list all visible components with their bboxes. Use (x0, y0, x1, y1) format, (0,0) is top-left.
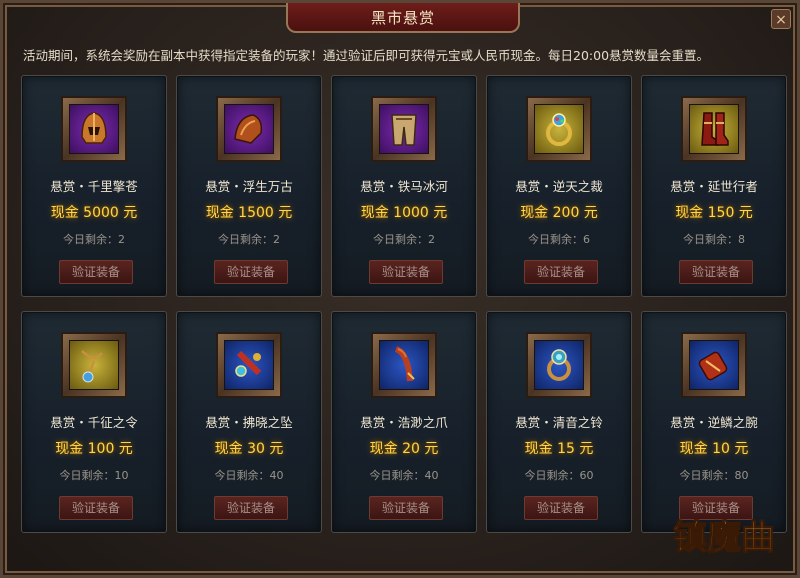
item-icon-frame (371, 96, 437, 162)
item-icon-frame (216, 332, 282, 398)
svg-text:镇魔曲: 镇魔曲 (673, 518, 775, 558)
item-name: 悬赏・千征之令 (50, 415, 138, 430)
remaining-count: 今日剩余：60 (524, 469, 594, 482)
reward-amount: 现金 1000 元 (360, 205, 448, 221)
item-icon-bg (379, 104, 429, 154)
reward-amount: 现金 5000 元 (50, 205, 138, 221)
bracer-icon (698, 351, 728, 381)
verify-equipment-button[interactable]: 验证装备 (524, 260, 598, 284)
item-icon-frame (371, 332, 437, 398)
item-icon-frame (61, 332, 127, 398)
remaining-count: 今日剩余：10 (59, 469, 129, 482)
item-icon-frame (681, 332, 747, 398)
item-name: 悬赏・清音之铃 (515, 415, 603, 430)
item-icon-frame (526, 332, 592, 398)
reward-amount: 现金 100 元 (55, 441, 133, 457)
bounty-card-5: 悬赏・延世行者 现金 150 元 今日剩余：8 验证装备 (641, 75, 787, 297)
item-name: 悬赏・逆鳞之腕 (670, 415, 758, 430)
item-icon-bg (689, 104, 739, 154)
item-name: 悬赏・拂晓之坠 (205, 415, 293, 430)
verify-equipment-button[interactable]: 验证装备 (214, 496, 288, 520)
remaining-count: 今日剩余：40 (214, 469, 284, 482)
item-icon-frame (681, 96, 747, 162)
leg-armor-icon (391, 114, 417, 146)
item-icon-bg (224, 104, 274, 154)
pendant-icon (235, 350, 262, 377)
item-name: 悬赏・浩渺之爪 (360, 415, 448, 430)
item-icon-frame (216, 96, 282, 162)
title-bar: 黑市悬赏 (286, 3, 520, 33)
item-icon-bg (534, 340, 584, 390)
remaining-count: 今日剩余：2 (63, 233, 125, 246)
remaining-count: 今日剩余：6 (528, 233, 590, 246)
verify-equipment-button[interactable]: 验证装备 (59, 260, 133, 284)
bounty-card-4: 悬赏・逆天之裁 现金 200 元 今日剩余：6 验证装备 (486, 75, 632, 297)
item-name: 悬赏・千里擎苍 (50, 179, 138, 194)
boots-icon (701, 112, 729, 146)
bounty-card-10: 悬赏・逆鳞之腕 现金 10 元 今日剩余：80 验证装备 (641, 311, 787, 533)
remaining-count: 今日剩余：80 (679, 469, 749, 482)
black-market-bounty-window: 黑市悬赏 × 活动期间，系统会奖励在副本中获得指定装备的玩家！通过验证后即可获得… (0, 0, 800, 578)
bounty-card-2: 悬赏・浮生万古 现金 1500 元 今日剩余：2 验证装备 (176, 75, 322, 297)
item-icon-bg (534, 104, 584, 154)
remaining-count: 今日剩余：2 (373, 233, 435, 246)
amulet-icon (81, 350, 103, 383)
item-icon-bg (69, 104, 119, 154)
bounty-card-7: 悬赏・拂晓之坠 现金 30 元 今日剩余：40 验证装备 (176, 311, 322, 533)
verify-equipment-button[interactable]: 验证装备 (59, 496, 133, 520)
item-name: 悬赏・浮生万古 (205, 179, 293, 194)
bounty-grid: 悬赏・千里擎苍 现金 5000 元 今日剩余：2 验证装备 悬赏・浮生万古 现金… (21, 75, 787, 533)
item-name: 悬赏・逆天之裁 (515, 179, 603, 194)
reward-amount: 现金 30 元 (214, 441, 284, 457)
item-icon-frame (61, 96, 127, 162)
reward-amount: 现金 150 元 (675, 205, 753, 221)
reward-amount: 现金 200 元 (520, 205, 598, 221)
close-button[interactable]: × (771, 9, 791, 29)
bounty-card-3: 悬赏・铁马冰河 现金 1000 元 今日剩余：2 验证装备 (331, 75, 477, 297)
game-logo: 镇魔曲 (672, 517, 775, 558)
bounty-card-8: 悬赏・浩渺之爪 现金 20 元 今日剩余：40 验证装备 (331, 311, 477, 533)
item-name: 悬赏・铁马冰河 (360, 179, 448, 194)
claw-icon (394, 346, 415, 382)
bell-ring-icon (547, 349, 571, 381)
verify-equipment-button[interactable]: 验证装备 (369, 260, 443, 284)
verify-equipment-button[interactable]: 验证装备 (524, 496, 598, 520)
remaining-count: 今日剩余：40 (369, 469, 439, 482)
verify-equipment-button[interactable]: 验证装备 (369, 496, 443, 520)
bounty-card-9: 悬赏・清音之铃 现金 15 元 今日剩余：60 验证装备 (486, 311, 632, 533)
reward-amount: 现金 15 元 (524, 441, 594, 457)
reward-amount: 现金 1500 元 (205, 205, 293, 221)
bounty-card-1: 悬赏・千里擎苍 现金 5000 元 今日剩余：2 验证装备 (21, 75, 167, 297)
shoulder-armor-icon (234, 114, 263, 144)
helmet-icon (81, 112, 107, 144)
event-description: 活动期间，系统会奖励在副本中获得指定装备的玩家！通过验证后即可获得元宝或人民币现… (23, 48, 710, 63)
item-icon-bg (224, 340, 274, 390)
ring-icon (546, 113, 572, 146)
reward-amount: 现金 20 元 (369, 441, 439, 457)
bounty-card-6: 悬赏・千征之令 现金 100 元 今日剩余：10 验证装备 (21, 311, 167, 533)
reward-amount: 现金 10 元 (679, 441, 749, 457)
remaining-count: 今日剩余：8 (683, 233, 745, 246)
item-icon-frame (526, 96, 592, 162)
verify-equipment-button[interactable]: 验证装备 (214, 260, 288, 284)
item-icon-bg (379, 340, 429, 390)
item-name: 悬赏・延世行者 (670, 179, 758, 194)
item-icon-bg (69, 340, 119, 390)
window-title: 黑市悬赏 (370, 8, 435, 27)
verify-equipment-button[interactable]: 验证装备 (679, 260, 753, 284)
remaining-count: 今日剩余：2 (218, 233, 280, 246)
item-icon-bg (689, 340, 739, 390)
